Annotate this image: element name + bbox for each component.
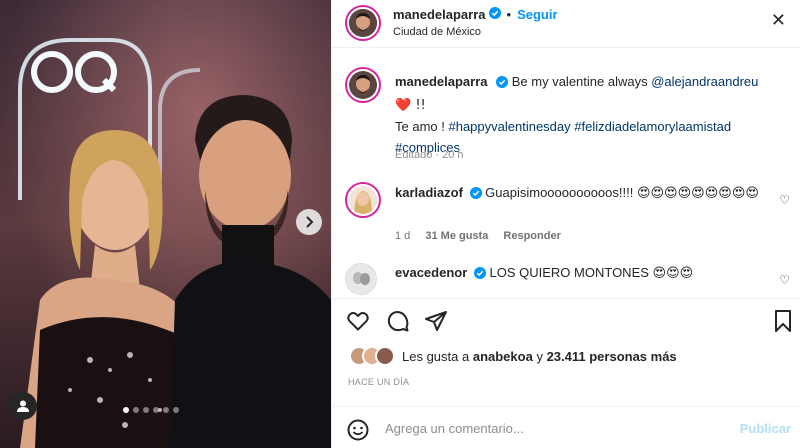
comment-emojis: 😍😍😍😍😍😍😍😍😍 [636, 186, 759, 201]
carousel-dot [143, 407, 149, 413]
liker-avatar [375, 346, 395, 366]
follow-button[interactable]: Seguir [517, 7, 557, 22]
caption-username[interactable]: manedelaparra [395, 74, 488, 89]
close-icon[interactable]: ✕ [771, 11, 786, 29]
share-icon[interactable] [424, 309, 448, 338]
comment-item: karladiazof Guapisimoooooooooos!!!! 😍😍😍😍… [395, 183, 775, 205]
avatar-image [346, 264, 376, 294]
next-photo-button[interactable] [296, 209, 322, 235]
post-details-panel: manedelaparra • Seguir Ciudad de México … [331, 0, 800, 448]
carousel-dot [163, 407, 169, 413]
post-comment-button[interactable]: Publicar [740, 421, 791, 436]
verified-icon [473, 267, 486, 282]
bookmark-icon[interactable] [772, 309, 794, 338]
comment-avatar[interactable] [345, 182, 381, 218]
heart-icon[interactable] [346, 309, 370, 338]
verified-icon [496, 73, 509, 94]
comment-age: 1 d [395, 230, 411, 242]
likes-prefix: Les gusta a [402, 348, 470, 364]
header-separator: • [506, 7, 512, 22]
comment-like-icon[interactable]: ♡ [779, 193, 790, 207]
comment-bar: Publicar [332, 406, 800, 448]
reply-button[interactable]: Responder [503, 230, 560, 242]
post-location[interactable]: Ciudad de México [393, 26, 481, 38]
carousel-dot [153, 407, 159, 413]
carousel-dot [123, 407, 129, 413]
likes-middle: y [536, 348, 543, 364]
post-header: manedelaparra • Seguir Ciudad de México … [332, 0, 800, 48]
avatar-image [349, 71, 377, 99]
caption-mention[interactable]: @alejandraandreu [651, 74, 758, 89]
carousel-dot [173, 407, 179, 413]
verified-icon [488, 7, 501, 22]
comment-emojis: 😍😍😍 [652, 266, 694, 281]
comment-username[interactable]: evacedenor [395, 265, 467, 280]
header-top-row: manedelaparra • Seguir [393, 7, 558, 22]
comment-icon[interactable] [386, 309, 410, 338]
caption-text-2: Te amo ! [395, 119, 445, 134]
emoji-icon[interactable] [347, 419, 369, 446]
verified-icon [469, 185, 482, 205]
user-tag-icon [17, 400, 29, 412]
comment-meta: 1 d 31 Me gusta Responder [395, 230, 573, 242]
likes-count[interactable]: 23.411 personas más [547, 349, 677, 364]
comment-username[interactable]: karladiazof [395, 185, 463, 200]
carousel-dots [123, 407, 179, 413]
post-date: HACE UN DÍA [348, 377, 410, 387]
comment-item: evacedenor LOS QUIERO MONTONES 😍😍😍 [395, 265, 693, 282]
likes-text: Les gusta a anabekoa y 23.411 personas m… [402, 349, 677, 364]
action-bar [332, 298, 800, 342]
likes-user[interactable]: anabekoa [473, 349, 533, 364]
comment-text: Guapisimoooooooooos!!!! [485, 185, 634, 200]
hashtag-link[interactable]: #happyvalentinesday [448, 119, 570, 134]
comment-input[interactable] [385, 417, 715, 439]
comment-likes[interactable]: 31 Me gusta [425, 230, 488, 242]
chevron-right-icon [306, 216, 314, 228]
likes-summary[interactable]: Les gusta a anabekoa y 23.411 personas m… [349, 346, 677, 366]
caption-text: Be my valentine always [511, 74, 648, 89]
comment-like-icon[interactable]: ♡ [779, 273, 790, 287]
caption-avatar[interactable] [345, 67, 381, 103]
couple-photo [0, 0, 331, 448]
carousel-dot [133, 407, 139, 413]
avatar[interactable] [345, 5, 381, 41]
comment-avatar[interactable] [345, 263, 377, 295]
avatar-image [349, 9, 377, 37]
post-author-username[interactable]: manedelaparra [393, 7, 486, 22]
avatar-image [349, 186, 377, 214]
post-caption: manedelaparra Be my valentine always @al… [395, 71, 785, 158]
hashtag-link[interactable]: #felizdiadelamorylaamistad [574, 119, 731, 134]
caption-meta: Editado · 20 h [395, 149, 464, 161]
post-photo[interactable] [0, 0, 331, 448]
tagged-users-button[interactable] [9, 392, 37, 420]
comment-text: LOS QUIERO MONTONES [489, 265, 649, 280]
caption-heart: ❤️ !! [395, 98, 426, 113]
